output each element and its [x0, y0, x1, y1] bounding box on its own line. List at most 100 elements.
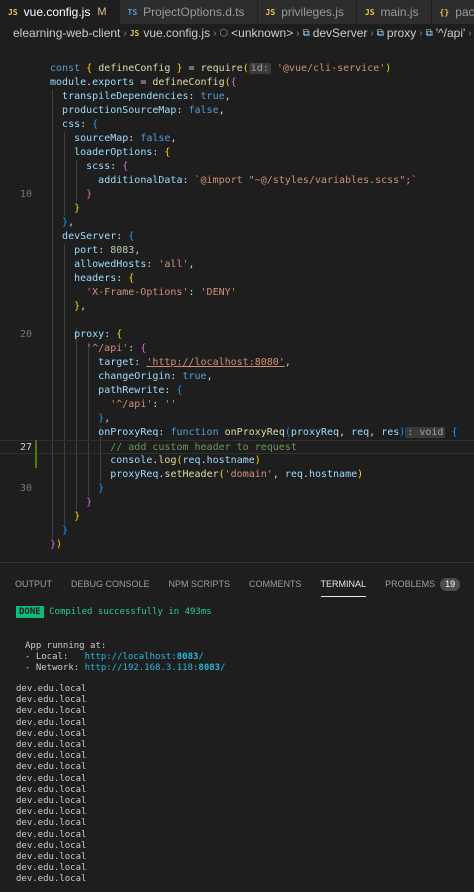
- target-url[interactable]: 'http://localhost:8080': [146, 357, 284, 368]
- local-url-port: 8083: [176, 652, 199, 662]
- local-url[interactable]: http://localhost:8083/: [85, 652, 204, 662]
- code-line: 30 }: [0, 482, 474, 496]
- tab-problems[interactable]: PROBLEMS 19: [385, 575, 469, 593]
- tab-package-json[interactable]: {} package.json: [431, 0, 474, 24]
- terminal-output-line: dev.edu.local: [16, 717, 87, 728]
- tab-main[interactable]: JS main.js: [356, 0, 432, 24]
- terminal-output-line: dev.edu.local: [16, 773, 87, 784]
- terminal-output-line: dev.edu.local: [16, 807, 87, 818]
- property-symbol-icon: ⧉: [376, 27, 384, 39]
- network-url-path: /: [220, 663, 226, 673]
- code-line: transpileDependencies: true,: [62, 91, 231, 102]
- terminal-output-line: dev.edu.local: [16, 728, 87, 739]
- network-url-port: 8083: [198, 663, 221, 673]
- terminal-output-line: dev.edu.local: [16, 695, 87, 706]
- code-line: proxyReq.setHeader('domain', req.hostnam…: [110, 469, 364, 480]
- code-line: const { defineConfig } = require(id: '@v…: [50, 63, 392, 74]
- tab-label: privileges.js: [281, 5, 344, 19]
- tab-comments[interactable]: COMMENTS: [249, 575, 311, 593]
- javascript-file-icon: JS: [364, 7, 375, 17]
- breadcrumb: elearning-web-client › JS vue.config.js …: [0, 24, 474, 42]
- typescript-file-icon: TS: [127, 7, 138, 17]
- local-url-host: http://localhost:: [84, 652, 177, 662]
- code-line-active: 27 // add custom header to request: [0, 440, 474, 454]
- line-number: 20: [19, 329, 32, 340]
- chevron-right-icon: ›: [213, 27, 217, 39]
- code-line: }): [50, 539, 63, 550]
- code-line: css: {: [62, 119, 99, 130]
- code-line: scss: {: [86, 161, 129, 172]
- return-type-hint: : void: [405, 427, 446, 438]
- terminal-output-line: dev.edu.local: [16, 740, 87, 750]
- code-line: }: [74, 203, 81, 214]
- code-line: onProxyReq: function onProxyReq(proxyReq…: [98, 427, 458, 438]
- terminal-output-line: dev.edu.local: [16, 852, 87, 862]
- code-line: },: [74, 301, 87, 312]
- chevron-right-icon: ›: [370, 27, 374, 39]
- breadcrumb-devserver[interactable]: devServer: [313, 26, 368, 40]
- tab-problems-label: PROBLEMS: [385, 579, 436, 589]
- local-url-path: /: [198, 652, 204, 662]
- code-line: module.exports = defineConfig({: [50, 77, 237, 88]
- tab-vue-config[interactable]: JS vue.config.js M: [0, 0, 120, 24]
- terminal-output-line: dev.edu.local: [16, 840, 87, 851]
- network-url[interactable]: http://192.168.3.118:8083/: [85, 663, 226, 673]
- line-number: 30: [19, 483, 32, 494]
- chevron-right-icon: ›: [296, 27, 300, 39]
- terminal-output-line: dev.edu.local: [16, 751, 87, 762]
- code-line: allowedHosts: 'all',: [74, 259, 195, 270]
- network-url-host: http://192.168.3.118:: [84, 663, 199, 673]
- target-key: target:: [98, 357, 147, 368]
- property-symbol-icon: ⧉: [302, 27, 310, 39]
- code-comment: // add custom header to request: [110, 442, 297, 453]
- terminal-output-line: dev.edu.local: [16, 829, 87, 840]
- line-number: 27: [19, 442, 32, 453]
- code-line: 20 proxy: {: [0, 328, 474, 342]
- code-line: },: [98, 413, 111, 424]
- breadcrumb-api[interactable]: '^/api': [436, 26, 466, 40]
- breadcrumb-proxy[interactable]: proxy: [387, 26, 416, 40]
- code-line: },: [62, 217, 75, 228]
- breadcrumb-root[interactable]: elearning-web-client: [13, 26, 120, 40]
- chevron-right-icon: ›: [123, 27, 127, 39]
- terminal-line: - Local: http://localhost:8083/: [25, 652, 204, 663]
- code-line: headers: {: [74, 273, 135, 284]
- line-number: 10: [19, 189, 32, 200]
- code-line: pathRewrite: {: [98, 385, 183, 396]
- tab-terminal[interactable]: TERMINAL: [320, 575, 376, 597]
- terminal-output-line: dev.edu.local: [16, 863, 87, 874]
- code-line: }: [86, 497, 93, 508]
- parameter-hint: id:: [248, 63, 271, 74]
- terminal-output-line: dev.edu.local: [16, 818, 87, 829]
- tab-npm-scripts[interactable]: NPM SCRIPTS: [169, 575, 240, 593]
- tab-privileges[interactable]: JS privileges.js: [257, 0, 357, 24]
- compiled-message: Compiled successfully in 493ms: [49, 607, 212, 617]
- code-line: additionalData: `@import "~@/styles/vari…: [0, 174, 474, 188]
- done-badge: DONE: [16, 606, 44, 618]
- terminal-line: - Network: http://192.168.3.118:8083/: [25, 663, 226, 674]
- tab-debug-console[interactable]: DEBUG CONSOLE: [71, 575, 159, 593]
- javascript-file-icon: JS: [8, 7, 18, 17]
- json-file-icon: {}: [439, 7, 450, 17]
- code-line: }: [74, 511, 81, 522]
- code-line: console.log(req.hostname): [110, 455, 261, 466]
- tab-label: ProjectOptions.d.ts: [143, 5, 245, 19]
- javascript-file-icon: JS: [265, 7, 276, 17]
- terminal-output-line: dev.edu.local: [16, 796, 87, 806]
- tab-output[interactable]: OUTPUT: [15, 575, 61, 593]
- breadcrumb-file[interactable]: vue.config.js: [143, 26, 210, 40]
- breadcrumb-unknown[interactable]: <unknown>: [231, 26, 293, 40]
- local-label: - Local:: [25, 652, 85, 662]
- terminal-output-line: dev.edu.local: [16, 874, 87, 885]
- terminal[interactable]: DONE Compiled successfully in 493ms App …: [0, 600, 474, 892]
- code-line: '^/api': {: [86, 343, 147, 354]
- panel-divider[interactable]: [0, 562, 474, 563]
- terminal-output-line: dev.edu.local: [16, 784, 87, 795]
- tab-project-options[interactable]: TS ProjectOptions.d.ts: [119, 0, 258, 24]
- code-line: loaderOptions: {: [74, 147, 171, 158]
- panel-tab-bar: OUTPUT DEBUG CONSOLE NPM SCRIPTS COMMENT…: [0, 575, 474, 597]
- terminal-output-line: dev.edu.local: [16, 684, 87, 694]
- problems-count-badge: 19: [440, 577, 461, 591]
- chevron-right-icon: ›: [468, 27, 472, 39]
- code-editor[interactable]: const { defineConfig } = require(id: '@v…: [0, 62, 474, 550]
